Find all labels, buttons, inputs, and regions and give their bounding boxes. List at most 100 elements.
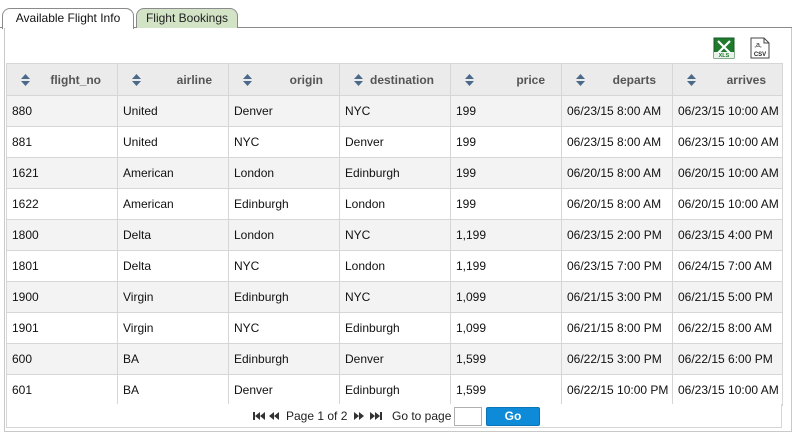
column-header-origin[interactable]: origin xyxy=(228,63,340,96)
cell-departs: 06/23/15 2:00 PM xyxy=(561,219,673,251)
cell-flight-no: 600 xyxy=(6,343,118,375)
cell-arrives: 06/24/15 7:00 AM xyxy=(672,250,783,282)
cell-price: 1,599 xyxy=(450,343,562,375)
cell-flight-no: 1801 xyxy=(6,250,118,282)
table-row[interactable]: 1900 Virgin Edinburgh NYC 1,099 06/21/15 3:00… xyxy=(6,281,783,313)
table-row[interactable]: 1621 American London Edinburgh 199 06/20/15 8… xyxy=(6,157,783,189)
cell-airline: Virgin xyxy=(117,281,229,313)
cell-airline: United xyxy=(117,126,229,158)
cell-price: 199 xyxy=(450,126,562,158)
sort-icon[interactable] xyxy=(21,74,30,86)
cell-flight-no: 1900 xyxy=(6,281,118,313)
cell-arrives: 06/22/15 8:00 AM xyxy=(672,312,783,344)
cell-airline: BA xyxy=(117,374,229,406)
cell-origin: NYC xyxy=(228,126,340,158)
table-body: 880 United Denver NYC 199 06/23/15 8:00 AM 06/… xyxy=(6,95,783,406)
cell-departs: 06/20/15 8:00 AM xyxy=(561,188,673,220)
cell-arrives: 06/22/15 6:00 PM xyxy=(672,343,783,375)
cell-origin: Denver xyxy=(228,95,340,127)
cell-origin: NYC xyxy=(228,312,340,344)
cell-origin: Edinburgh xyxy=(228,281,340,313)
cell-price: 199 xyxy=(450,188,562,220)
cell-destination: London xyxy=(339,250,451,282)
table-row[interactable]: 880 United Denver NYC 199 06/23/15 8:00 AM 06/… xyxy=(6,95,783,127)
column-header-destination[interactable]: destination xyxy=(339,63,451,96)
column-header-departs[interactable]: departs xyxy=(561,63,673,96)
cell-destination: Denver xyxy=(339,126,451,158)
column-header-airline[interactable]: airline xyxy=(117,63,229,96)
previous-page-icon[interactable] xyxy=(269,410,279,424)
cell-flight-no: 601 xyxy=(6,374,118,406)
sort-icon[interactable] xyxy=(576,74,585,86)
sort-icon[interactable] xyxy=(465,74,474,86)
cell-flight-no: 881 xyxy=(6,126,118,158)
column-header-price[interactable]: price xyxy=(450,63,562,96)
cell-departs: 06/23/15 8:00 AM xyxy=(561,126,673,158)
excel-export-icon[interactable]: XLS xyxy=(713,37,735,59)
first-page-icon[interactable] xyxy=(253,410,265,424)
csv-icon-text: CSV xyxy=(754,52,766,58)
flights-table: flight_no airline origin destination price de… xyxy=(6,63,783,406)
cell-price: 1,099 xyxy=(450,312,562,344)
table-row[interactable]: 1801 Delta NYC London 1,199 06/23/15 7:00 PM 0… xyxy=(6,250,783,282)
cell-arrives: 06/23/15 10:00 AM xyxy=(672,126,783,158)
cell-origin: London xyxy=(228,157,340,189)
tab-flight-bookings[interactable]: Flight Bookings xyxy=(136,8,238,28)
table-row[interactable]: 1901 Virgin NYC Edinburgh 1,099 06/21/15 8:00… xyxy=(6,312,783,344)
sort-icon[interactable] xyxy=(132,74,141,86)
table-row[interactable]: 601 BA Denver Edinburgh 1,599 06/22/15 10:00 … xyxy=(6,374,783,406)
cell-airline: Virgin xyxy=(117,312,229,344)
csv-export-icon[interactable]: ,a, CSV xyxy=(749,37,771,59)
goto-page-input[interactable] xyxy=(454,407,482,426)
cell-origin: London xyxy=(228,219,340,251)
cell-arrives: 06/23/15 10:00 AM xyxy=(672,374,783,406)
cell-price: 1,199 xyxy=(450,250,562,282)
next-page-icon[interactable] xyxy=(354,410,364,424)
column-header-arrives[interactable]: arrives xyxy=(672,63,783,96)
cell-airline: American xyxy=(117,188,229,220)
cell-price: 1,599 xyxy=(450,374,562,406)
cell-destination: London xyxy=(339,188,451,220)
sort-icon[interactable] xyxy=(354,74,363,86)
cell-destination: NYC xyxy=(339,95,451,127)
last-page-icon[interactable] xyxy=(370,410,382,424)
cell-departs: 06/22/15 10:00 PM xyxy=(561,374,673,406)
table-row[interactable]: 1800 Delta London NYC 1,199 06/23/15 2:00 PM 0… xyxy=(6,219,783,251)
column-header-label: departs xyxy=(612,72,656,87)
cell-departs: 06/21/15 8:00 PM xyxy=(561,312,673,344)
xls-icon-text: XLS xyxy=(719,53,730,59)
column-header-label: price xyxy=(516,72,545,87)
cell-destination: NYC xyxy=(339,281,451,313)
tab-available-flight-info[interactable]: Available Flight Info xyxy=(2,8,134,29)
cell-arrives: 06/20/15 10:00 AM xyxy=(672,157,783,189)
sort-icon[interactable] xyxy=(243,74,252,86)
cell-destination: Edinburgh xyxy=(339,157,451,189)
table-row[interactable]: 600 BA Edinburgh Denver 1,599 06/22/15 3:00 P… xyxy=(6,343,783,375)
cell-destination: Denver xyxy=(339,343,451,375)
cell-arrives: 06/23/15 4:00 PM xyxy=(672,219,783,251)
cell-destination: NYC xyxy=(339,219,451,251)
table-row[interactable]: 881 United NYC Denver 199 06/23/15 8:00 AM 06/… xyxy=(6,126,783,158)
cell-departs: 06/20/15 8:00 AM xyxy=(561,157,673,189)
cell-departs: 06/22/15 3:00 PM xyxy=(561,343,673,375)
cell-arrives: 06/23/15 10:00 AM xyxy=(672,95,783,127)
column-header-label: origin xyxy=(289,72,323,87)
cell-price: 1,199 xyxy=(450,219,562,251)
cell-flight-no: 1901 xyxy=(6,312,118,344)
sort-icon[interactable] xyxy=(687,74,696,86)
tab-bar: Available Flight Info Flight Bookings xyxy=(0,6,792,29)
cell-price: 199 xyxy=(450,157,562,189)
go-button[interactable]: Go xyxy=(486,407,540,426)
cell-arrives: 06/21/15 5:00 PM xyxy=(672,281,783,313)
column-header-label: flight_no xyxy=(50,72,101,87)
cell-destination: Edinburgh xyxy=(339,374,451,406)
table-row[interactable]: 1622 American Edinburgh London 199 06/20/15 8… xyxy=(6,188,783,220)
goto-page-label: Go to page xyxy=(392,409,452,423)
cell-price: 1,099 xyxy=(450,281,562,313)
cell-flight-no: 880 xyxy=(6,95,118,127)
cell-departs: 06/23/15 7:00 PM xyxy=(561,250,673,282)
column-header-label: destination xyxy=(369,72,434,87)
cell-flight-no: 1622 xyxy=(6,188,118,220)
page-indicator: Page 1 of 2 xyxy=(286,409,348,423)
column-header-flight-no[interactable]: flight_no xyxy=(6,63,118,96)
